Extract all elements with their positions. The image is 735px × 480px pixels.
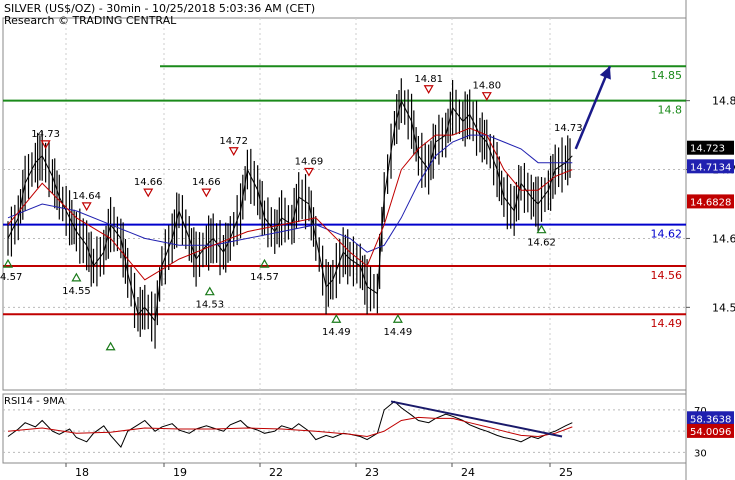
price-y-tick-label: 14.5: [712, 301, 735, 314]
x-tick-label: 19: [173, 466, 187, 479]
level-label-support: 14.56: [651, 269, 683, 282]
swing-low-label: 14.49: [322, 327, 351, 338]
level-label-support: 14.49: [651, 317, 683, 330]
x-tick-label: 25: [559, 466, 573, 479]
swing-high-label: 14.73: [31, 129, 60, 140]
rsi-y-tick-label: 30: [694, 448, 707, 459]
swing-high-label: 14.81: [414, 74, 443, 85]
x-tick-label: 24: [461, 466, 475, 479]
rsi-title: RSI14 - 9MA: [4, 396, 65, 407]
swing-high-label: 14.69: [295, 156, 324, 167]
price-tag: 14.6828: [690, 197, 731, 208]
price-y-tick-label: 14.6: [712, 232, 735, 245]
level-label-resistance: 14.85: [651, 69, 683, 82]
chart-root: SILVER (US$/OZ) - 30min - 10/25/2018 5:0…: [0, 0, 735, 480]
swing-high-label: 14.66: [134, 177, 163, 188]
swing-high-label: 14.72: [219, 136, 248, 147]
price-tag: 14.723: [690, 144, 725, 155]
chart-canvas: SILVER (US$/OZ) - 30min - 10/25/2018 5:0…: [0, 0, 735, 480]
rsi-tag: 54.0096: [690, 427, 731, 438]
rsi-tag: 58.3638: [690, 414, 731, 425]
swing-low-label: 14.49: [384, 327, 413, 338]
swing-low-label: 14.57: [0, 272, 22, 283]
x-tick-label: 22: [269, 466, 283, 479]
x-tick-label: 23: [365, 466, 379, 479]
swing-high-label: 14.64: [72, 191, 101, 202]
price-y-tick-label: 14.8: [712, 95, 735, 108]
swing-high-label: 14.66: [192, 177, 221, 188]
price-tag: 14.7134: [690, 162, 731, 173]
price-label: 14.73: [554, 123, 583, 134]
swing-low-label: 14.55: [62, 286, 91, 297]
level-label-resistance: 14.8: [658, 104, 683, 117]
swing-high-label: 14.80: [472, 81, 501, 92]
swing-low-label: 14.57: [250, 272, 279, 283]
x-tick-label: 18: [75, 466, 89, 479]
level-label-pivot: 14.62: [651, 228, 683, 241]
swing-low-label: 14.53: [195, 300, 224, 311]
chart-subtitle: Research © TRADING CENTRAL: [4, 14, 177, 27]
swing-low-label: 14.62: [527, 238, 556, 249]
